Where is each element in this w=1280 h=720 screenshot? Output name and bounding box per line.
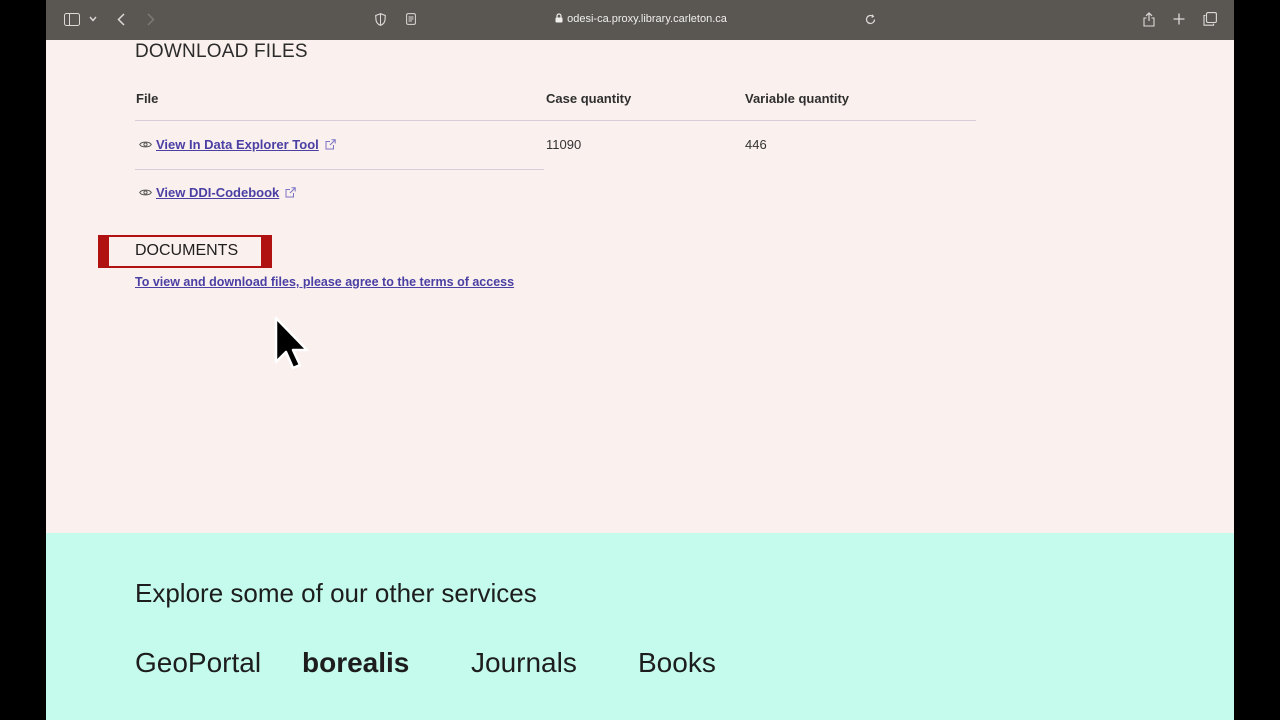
reload-icon[interactable] bbox=[863, 10, 877, 28]
external-link-icon bbox=[285, 187, 296, 198]
mouse-pointer-icon bbox=[274, 316, 310, 377]
external-link-icon bbox=[325, 139, 336, 150]
table-header-divider bbox=[135, 120, 976, 121]
footer-services: Explore some of our other services GeoPo… bbox=[46, 533, 1234, 720]
geoportal-link[interactable]: GeoPortal bbox=[135, 647, 261, 679]
borealis-link[interactable]: borealis bbox=[302, 647, 409, 679]
eye-icon bbox=[139, 188, 153, 197]
new-tab-icon[interactable] bbox=[1171, 10, 1187, 28]
terms-of-access-link[interactable]: To view and download files, please agree… bbox=[135, 275, 514, 289]
column-header-case-quantity: Case quantity bbox=[546, 91, 632, 106]
sidebar-icon[interactable] bbox=[63, 10, 81, 28]
row-divider bbox=[135, 169, 544, 170]
column-header-variable-quantity: Variable quantity bbox=[745, 91, 850, 106]
books-link[interactable]: Books bbox=[638, 647, 716, 679]
share-icon[interactable] bbox=[1141, 10, 1157, 28]
url-text: odesi-ca.proxy.library.carleton.ca bbox=[567, 13, 727, 25]
view-ddi-codebook-link[interactable]: View DDI-Codebook bbox=[156, 185, 279, 200]
lock-icon bbox=[555, 12, 563, 26]
tabs-overview-icon[interactable] bbox=[1202, 10, 1218, 28]
journals-link[interactable]: Journals bbox=[471, 647, 577, 679]
shield-icon[interactable] bbox=[372, 10, 388, 28]
browser-toolbar: odesi-ca.proxy.library.carleton.ca bbox=[46, 0, 1234, 40]
footer-title: Explore some of our other services bbox=[135, 578, 537, 608]
case-quantity-value: 11090 bbox=[546, 137, 582, 152]
chevron-down-icon[interactable] bbox=[88, 10, 98, 28]
eye-icon bbox=[139, 140, 153, 149]
table-row: View In Data Explorer Tool bbox=[139, 137, 336, 152]
column-header-file: File bbox=[136, 91, 159, 106]
documents-heading: DOCUMENTS bbox=[135, 242, 239, 259]
highlight-bar-right bbox=[261, 237, 270, 266]
back-icon[interactable] bbox=[114, 10, 128, 28]
variable-quantity-value: 446 bbox=[745, 137, 767, 152]
browser-window: odesi-ca.proxy.library.carleton.ca DOWNL… bbox=[46, 0, 1234, 720]
download-files-heading: DOWNLOAD FILES bbox=[135, 41, 308, 62]
table-row: View DDI-Codebook bbox=[139, 185, 296, 200]
address-bar[interactable]: odesi-ca.proxy.library.carleton.ca bbox=[401, 7, 881, 31]
view-data-explorer-link[interactable]: View In Data Explorer Tool bbox=[156, 137, 319, 152]
highlight-bar-left bbox=[100, 237, 109, 266]
forward-icon[interactable] bbox=[144, 10, 158, 28]
